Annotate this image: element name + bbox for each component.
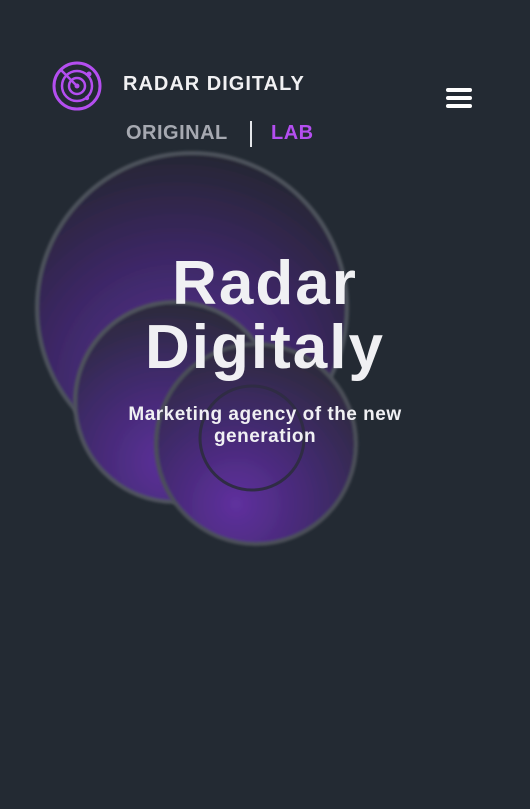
menu-bar-bottom <box>446 104 472 108</box>
mode-lab-link[interactable]: LAB <box>271 122 314 145</box>
mode-original-link[interactable]: ORIGINAL <box>126 122 228 145</box>
hero-title: Radar Digitaly <box>0 252 530 380</box>
hero-title-line2: Digitaly <box>145 313 385 382</box>
radar-logo-icon[interactable] <box>51 60 103 112</box>
hamburger-menu-icon[interactable] <box>444 86 476 112</box>
menu-bar-top <box>446 88 472 92</box>
hero-title-line1: Radar <box>172 249 358 318</box>
hero-subtitle: Marketing agency of the new generation <box>128 404 402 447</box>
menu-bar-middle <box>446 96 472 100</box>
mode-switch: ORIGINAL LAB <box>126 121 326 149</box>
brand-name[interactable]: RADAR DIGITALY <box>123 73 305 96</box>
mode-divider <box>250 121 252 147</box>
